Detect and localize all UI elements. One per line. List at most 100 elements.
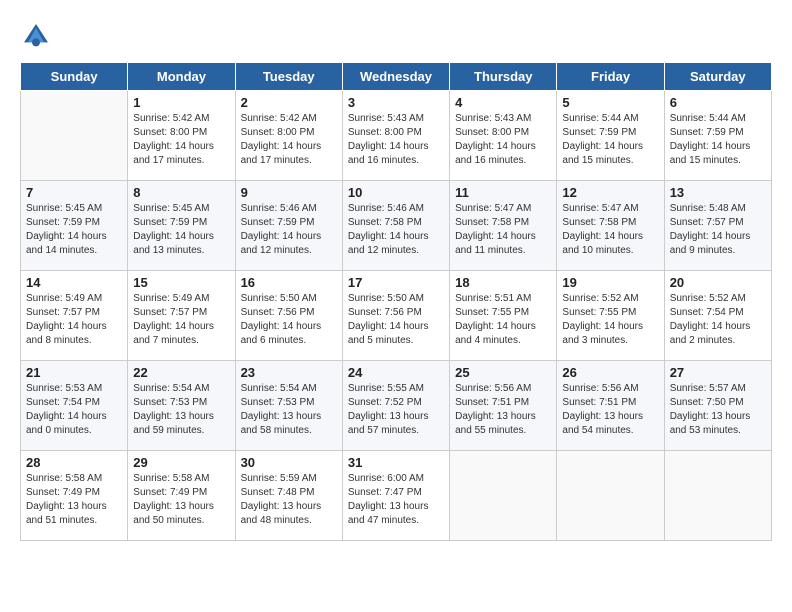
day-detail: Sunrise: 5:52 AMSunset: 7:55 PMDaylight:…	[562, 292, 658, 348]
logo	[20, 20, 56, 52]
day-number: 30	[241, 455, 337, 470]
day-number: 31	[348, 455, 444, 470]
day-detail: Sunrise: 5:43 AMSunset: 8:00 PMDaylight:…	[455, 112, 551, 168]
calendar-cell: 14Sunrise: 5:49 AMSunset: 7:57 PMDayligh…	[21, 271, 128, 361]
day-number: 20	[670, 275, 766, 290]
calendar-week-4: 21Sunrise: 5:53 AMSunset: 7:54 PMDayligh…	[21, 361, 772, 451]
day-number: 22	[133, 365, 229, 380]
day-number: 10	[348, 185, 444, 200]
calendar-cell: 23 Sunrise: 5:54 AMSunset: 7:53 PMDayligh…	[235, 361, 342, 451]
column-header-sunday: Sunday	[21, 63, 128, 91]
day-number: 3	[348, 95, 444, 110]
calendar-cell: 28 Sunrise: 5:58 AMSunset: 7:49 PMDayligh…	[21, 451, 128, 541]
day-detail: Sunrise: 5:56 AMSunset: 7:51 PMDaylight:…	[562, 382, 658, 438]
calendar-cell: 15 Sunrise: 5:49 AMSunset: 7:57 PMDayligh…	[128, 271, 235, 361]
day-detail: Sunrise: 5:44 AMSunset: 7:59 PMDaylight:…	[670, 112, 766, 168]
day-detail: Sunrise: 5:50 AMSunset: 7:56 PMDaylight:…	[348, 292, 444, 348]
day-detail: Sunrise: 5:42 AMSunset: 8:00 PMDaylight:…	[133, 112, 229, 168]
logo-icon	[20, 20, 52, 52]
day-number: 6	[670, 95, 766, 110]
calendar-cell: 31 Sunrise: 6:00 AMSunset: 7:47 PMDayligh…	[342, 451, 449, 541]
calendar-cell	[557, 451, 664, 541]
calendar-cell: 6 Sunrise: 5:44 AMSunset: 7:59 PMDaylight…	[664, 91, 771, 181]
day-number: 15	[133, 275, 229, 290]
day-detail: Sunrise: 5:45 AMSunset: 7:59 PMDaylight:…	[26, 202, 122, 258]
day-detail: Sunrise: 5:50 AMSunset: 7:56 PMDaylight:…	[241, 292, 337, 348]
day-detail: Sunrise: 5:58 AMSunset: 7:49 PMDaylight:…	[133, 472, 229, 528]
day-number: 26	[562, 365, 658, 380]
day-number: 25	[455, 365, 551, 380]
column-header-tuesday: Tuesday	[235, 63, 342, 91]
day-number: 7	[26, 185, 122, 200]
day-detail: Sunrise: 5:44 AMSunset: 7:59 PMDaylight:…	[562, 112, 658, 168]
day-detail: Sunrise: 5:47 AMSunset: 7:58 PMDaylight:…	[562, 202, 658, 258]
day-number: 5	[562, 95, 658, 110]
calendar-cell: 19Sunrise: 5:52 AMSunset: 7:55 PMDayligh…	[557, 271, 664, 361]
calendar-cell: 17 Sunrise: 5:50 AMSunset: 7:56 PMDayligh…	[342, 271, 449, 361]
day-detail: Sunrise: 5:52 AMSunset: 7:54 PMDaylight:…	[670, 292, 766, 348]
calendar-cell	[664, 451, 771, 541]
day-detail: Sunrise: 5:47 AMSunset: 7:58 PMDaylight:…	[455, 202, 551, 258]
column-header-friday: Friday	[557, 63, 664, 91]
day-detail: Sunrise: 5:54 AMSunset: 7:53 PMDaylight:…	[241, 382, 337, 438]
day-detail: Sunrise: 5:56 AMSunset: 7:51 PMDaylight:…	[455, 382, 551, 438]
day-detail: Sunrise: 5:49 AMSunset: 7:57 PMDaylight:…	[133, 292, 229, 348]
day-number: 1	[133, 95, 229, 110]
calendar-cell: 25 Sunrise: 5:56 AMSunset: 7:51 PMDayligh…	[450, 361, 557, 451]
day-number: 17	[348, 275, 444, 290]
day-detail: Sunrise: 5:55 AMSunset: 7:52 PMDaylight:…	[348, 382, 444, 438]
calendar-week-3: 14Sunrise: 5:49 AMSunset: 7:57 PMDayligh…	[21, 271, 772, 361]
calendar-cell: 21Sunrise: 5:53 AMSunset: 7:54 PMDayligh…	[21, 361, 128, 451]
column-header-monday: Monday	[128, 63, 235, 91]
day-detail: Sunrise: 5:54 AMSunset: 7:53 PMDaylight:…	[133, 382, 229, 438]
day-detail: Sunrise: 5:59 AMSunset: 7:48 PMDaylight:…	[241, 472, 337, 528]
calendar-cell: 8 Sunrise: 5:45 AMSunset: 7:59 PMDaylight…	[128, 181, 235, 271]
column-header-saturday: Saturday	[664, 63, 771, 91]
calendar-cell: 27 Sunrise: 5:57 AMSunset: 7:50 PMDayligh…	[664, 361, 771, 451]
calendar-cell: 1 Sunrise: 5:42 AMSunset: 8:00 PMDaylight…	[128, 91, 235, 181]
day-detail: Sunrise: 5:45 AMSunset: 7:59 PMDaylight:…	[133, 202, 229, 258]
day-detail: Sunrise: 5:43 AMSunset: 8:00 PMDaylight:…	[348, 112, 444, 168]
calendar-cell: 9 Sunrise: 5:46 AMSunset: 7:59 PMDaylight…	[235, 181, 342, 271]
calendar-cell: 7 Sunrise: 5:45 AMSunset: 7:59 PMDaylight…	[21, 181, 128, 271]
calendar-cell: 11 Sunrise: 5:47 AMSunset: 7:58 PMDayligh…	[450, 181, 557, 271]
calendar-cell: 5 Sunrise: 5:44 AMSunset: 7:59 PMDaylight…	[557, 91, 664, 181]
day-detail: Sunrise: 5:42 AMSunset: 8:00 PMDaylight:…	[241, 112, 337, 168]
calendar-cell: 22 Sunrise: 5:54 AMSunset: 7:53 PMDayligh…	[128, 361, 235, 451]
calendar-cell: 13 Sunrise: 5:48 AMSunset: 7:57 PMDayligh…	[664, 181, 771, 271]
day-number: 27	[670, 365, 766, 380]
day-number: 29	[133, 455, 229, 470]
day-detail: Sunrise: 5:49 AMSunset: 7:57 PMDaylight:…	[26, 292, 122, 348]
day-number: 2	[241, 95, 337, 110]
day-detail: Sunrise: 5:58 AMSunset: 7:49 PMDaylight:…	[26, 472, 122, 528]
day-number: 28	[26, 455, 122, 470]
day-number: 8	[133, 185, 229, 200]
calendar-week-1: 1 Sunrise: 5:42 AMSunset: 8:00 PMDaylight…	[21, 91, 772, 181]
calendar-cell: 3 Sunrise: 5:43 AMSunset: 8:00 PMDaylight…	[342, 91, 449, 181]
day-number: 9	[241, 185, 337, 200]
day-detail: Sunrise: 5:48 AMSunset: 7:57 PMDaylight:…	[670, 202, 766, 258]
day-number: 13	[670, 185, 766, 200]
day-number: 21	[26, 365, 122, 380]
day-number: 16	[241, 275, 337, 290]
day-number: 12	[562, 185, 658, 200]
day-detail: Sunrise: 5:46 AMSunset: 7:59 PMDaylight:…	[241, 202, 337, 258]
calendar-cell: 16 Sunrise: 5:50 AMSunset: 7:56 PMDayligh…	[235, 271, 342, 361]
calendar-cell: 20 Sunrise: 5:52 AMSunset: 7:54 PMDayligh…	[664, 271, 771, 361]
day-number: 18	[455, 275, 551, 290]
day-detail: Sunrise: 5:57 AMSunset: 7:50 PMDaylight:…	[670, 382, 766, 438]
column-header-wednesday: Wednesday	[342, 63, 449, 91]
calendar-table: SundayMondayTuesdayWednesdayThursdayFrid…	[20, 62, 772, 541]
day-number: 11	[455, 185, 551, 200]
calendar-cell: 12 Sunrise: 5:47 AMSunset: 7:58 PMDayligh…	[557, 181, 664, 271]
day-detail: Sunrise: 6:00 AMSunset: 7:47 PMDaylight:…	[348, 472, 444, 528]
day-detail: Sunrise: 5:51 AMSunset: 7:55 PMDaylight:…	[455, 292, 551, 348]
day-detail: Sunrise: 5:46 AMSunset: 7:58 PMDaylight:…	[348, 202, 444, 258]
page-header	[20, 20, 772, 52]
calendar-header: SundayMondayTuesdayWednesdayThursdayFrid…	[21, 63, 772, 91]
calendar-week-5: 28 Sunrise: 5:58 AMSunset: 7:49 PMDayligh…	[21, 451, 772, 541]
day-number: 4	[455, 95, 551, 110]
calendar-cell	[450, 451, 557, 541]
calendar-week-2: 7 Sunrise: 5:45 AMSunset: 7:59 PMDaylight…	[21, 181, 772, 271]
day-number: 23	[241, 365, 337, 380]
